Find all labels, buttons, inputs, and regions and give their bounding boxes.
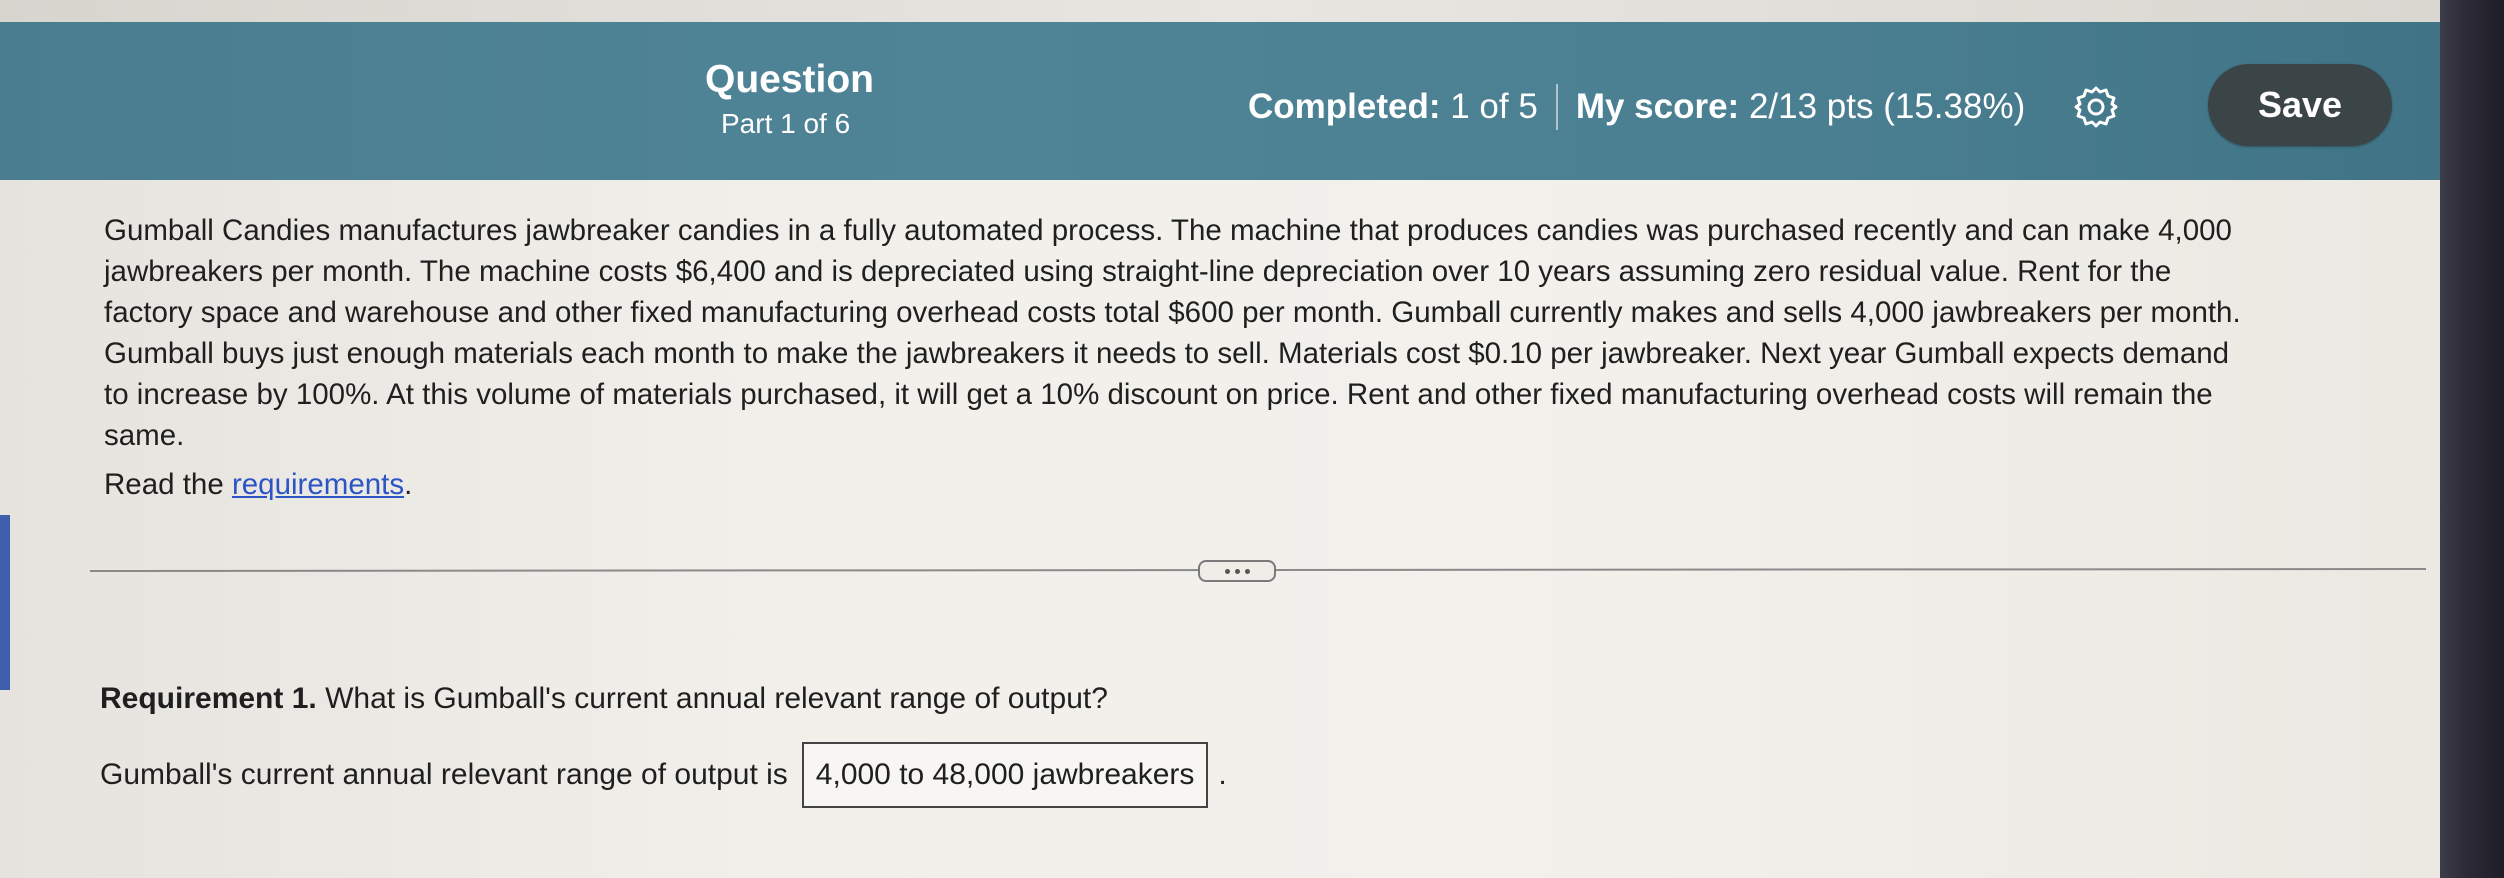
problem-line: Gumball Candies manufactures jawbreaker … (104, 214, 2232, 247)
read-requirements: Read the requirements. (104, 468, 412, 502)
problem-line: to increase by 100%. At this volume of m… (104, 378, 2213, 411)
read-suffix: . (404, 468, 413, 501)
problem-line: same. (104, 419, 185, 452)
ellipsis-dot (1244, 568, 1250, 574)
requirement-label: Requirement 1. (100, 682, 317, 715)
status-divider (1555, 84, 1558, 130)
answer-suffix: . (1218, 758, 1227, 791)
problem-line: Gumball buys just enough materials each … (104, 337, 2230, 370)
completed-label: Completed: (1248, 87, 1441, 126)
problem-statement: Gumball Candies manufactures jawbreaker … (104, 210, 2450, 456)
save-button[interactable]: Save (2208, 64, 2392, 146)
requirement-question: Requirement 1. What is Gumball's current… (100, 682, 1108, 716)
score-value: 2/13 pts (15.38%) (1748, 87, 2026, 126)
expand-ellipsis-button[interactable] (1198, 560, 1276, 582)
question-title: Question (705, 58, 875, 101)
answer-row: Gumball's current annual relevant range … (100, 742, 1227, 808)
read-prefix: Read the (104, 468, 232, 501)
problem-line: factory space and warehouse and other fi… (104, 296, 2241, 329)
score-label: My score: (1575, 87, 1740, 126)
ellipsis-dot (1234, 568, 1240, 574)
left-edge-tab (0, 515, 10, 690)
answer-prefix: Gumball's current annual relevant range … (100, 758, 788, 791)
ellipsis-dot (1224, 568, 1230, 574)
page: Question Part 1 of 6 Completed: 1 of 5 M… (0, 0, 2504, 878)
problem-line: jawbreakers per month. The machine costs… (104, 255, 2172, 288)
top-strip (0, 0, 2504, 22)
gear-icon[interactable] (2074, 85, 2118, 129)
requirement-text: What is Gumball's current annual relevan… (316, 682, 1108, 715)
answer-field[interactable]: 4,000 to 48,000 jawbreakers (801, 742, 1209, 808)
score-status: Completed: 1 of 5 My score: 2/13 pts (15… (1248, 84, 2026, 130)
question-part: Part 1 of 6 (721, 108, 851, 139)
completed-value: 1 of 5 (1450, 87, 1538, 126)
requirements-link[interactable]: requirements (232, 468, 404, 501)
